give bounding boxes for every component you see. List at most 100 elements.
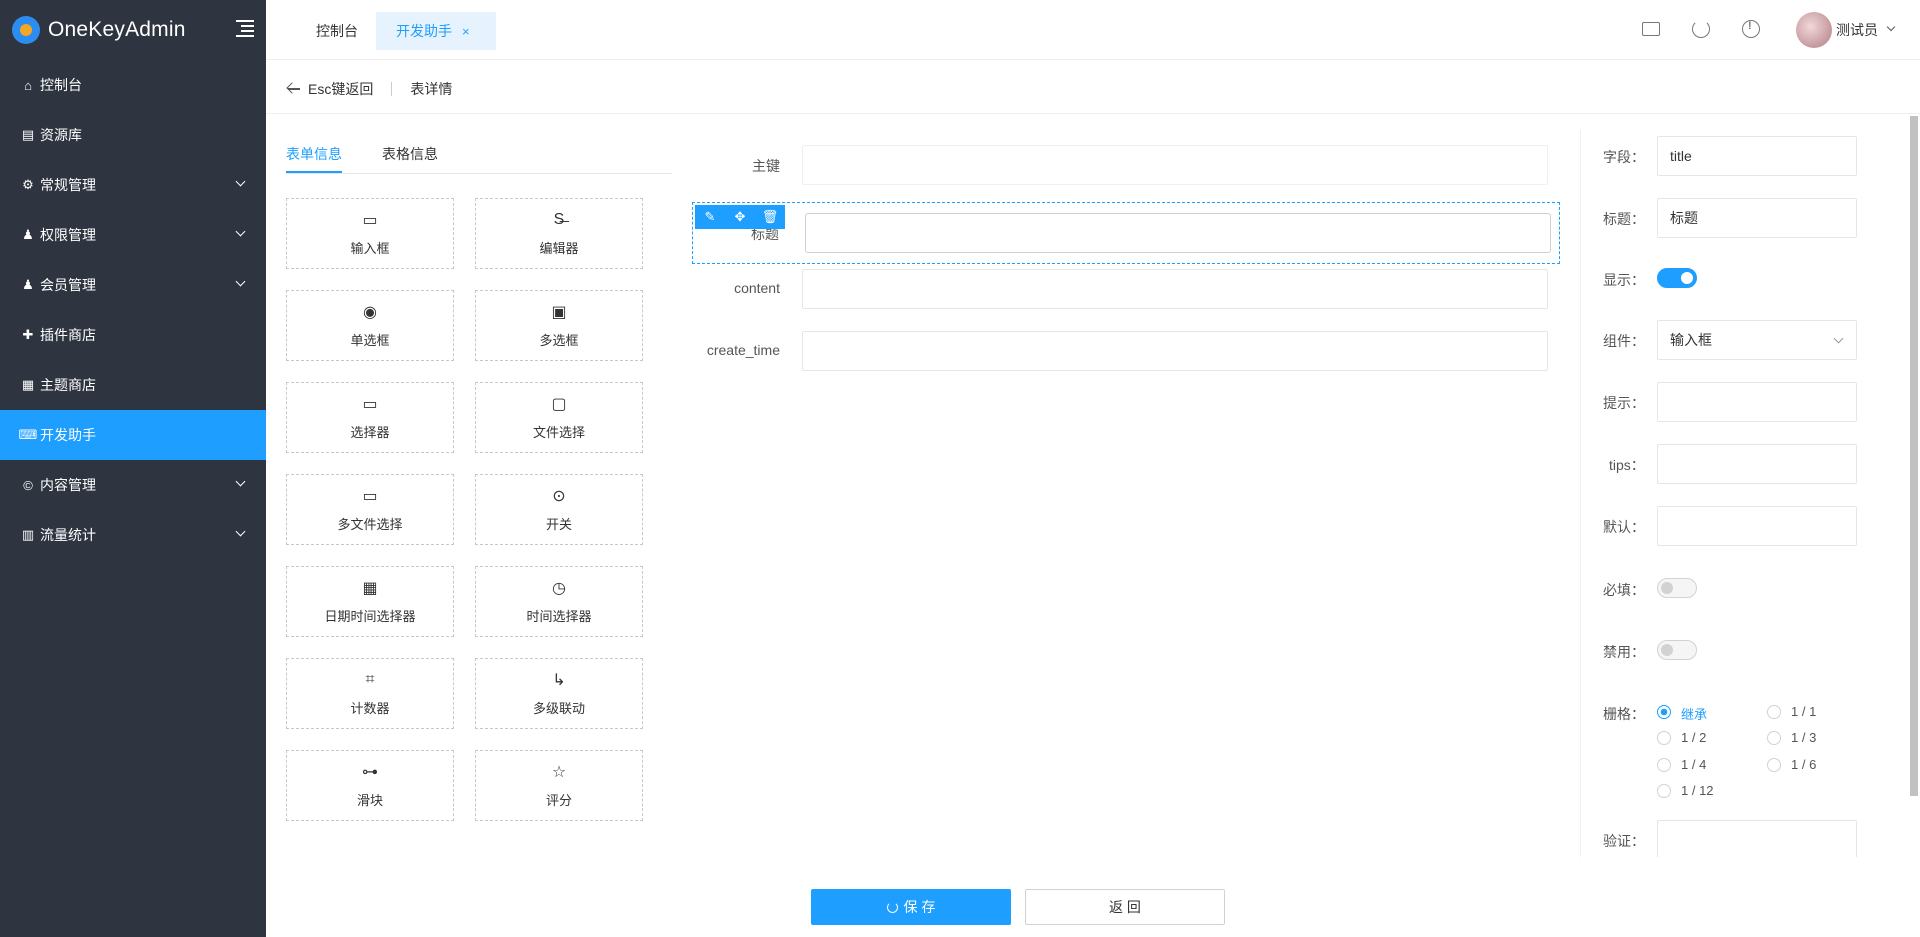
default-input[interactable]	[1657, 506, 1857, 546]
divider	[391, 81, 393, 96]
component-item[interactable]: ⊶ 滑块	[286, 750, 454, 821]
component-item[interactable]: ▢ 文件选择	[475, 382, 643, 453]
component-item[interactable]: ⊙ 开关	[475, 474, 643, 545]
grid-radio-1-1[interactable]: 1 / 1	[1767, 704, 1816, 719]
app-title: OneKeyAdmin	[48, 18, 186, 41]
component-label: 开关	[545, 517, 572, 532]
move-icon[interactable]: ✥	[729, 207, 751, 227]
grid-radio-1-4[interactable]: 1 / 4	[1657, 757, 1706, 772]
show-switch[interactable]	[1657, 268, 1697, 288]
layout-icon: ▦	[21, 377, 35, 392]
sidebar-item-label: 开发助手	[40, 427, 96, 443]
close-icon[interactable]: ×	[462, 24, 470, 39]
field-input[interactable]: title	[1657, 136, 1857, 176]
component-label: 日期时间选择器	[324, 609, 416, 624]
info-icon[interactable]	[1742, 20, 1760, 38]
prop-grid-row: 栅格： 继承 1 / 1 1 / 2 1 / 3 1 / 4 1 / 6 1 /…	[1581, 702, 1900, 812]
avatar[interactable]	[1796, 12, 1832, 48]
chevron-down-icon[interactable]	[1886, 22, 1896, 32]
component-select[interactable]: 输入框	[1657, 320, 1857, 360]
tab-dev-assistant[interactable]: 开发助手 ×	[376, 12, 496, 50]
edit-icon[interactable]: ✎	[699, 207, 721, 227]
sidebar-item-label: 内容管理	[40, 477, 96, 493]
component-label: 选择器	[350, 425, 390, 440]
title-input[interactable]: 标题	[1657, 198, 1857, 238]
hint-input[interactable]	[1657, 382, 1857, 422]
monitor-icon[interactable]	[1642, 22, 1660, 36]
grid-radio-1-6[interactable]: 1 / 6	[1767, 757, 1816, 772]
form-field-row[interactable]: 主键	[690, 140, 1560, 202]
field-toolbar: ✎ ✥ 🗑	[695, 205, 785, 229]
sidebar-item-7[interactable]: ⌨ 开发助手	[0, 410, 266, 460]
validate-input[interactable]	[1657, 820, 1857, 857]
component-label: 单选框	[350, 333, 390, 348]
form-field-input[interactable]	[802, 269, 1548, 309]
component-item[interactable]: ▣ 多选框	[475, 290, 643, 361]
sidebar-item-3[interactable]: ♟ 权限管理	[0, 210, 266, 260]
form-field-input[interactable]	[805, 213, 1551, 253]
arrow-left-icon[interactable]	[288, 87, 300, 90]
component-item[interactable]: ▭ 多文件选择	[286, 474, 454, 545]
component-item[interactable]: ▭ 选择器	[286, 382, 454, 453]
tips-input[interactable]	[1657, 444, 1857, 484]
refresh-icon[interactable]	[1692, 20, 1710, 38]
delete-icon[interactable]: 🗑	[759, 207, 781, 227]
sidebar-item-6[interactable]: ▦ 主题商店	[0, 360, 266, 410]
tab-dashboard[interactable]: 控制台	[296, 12, 378, 50]
form-field-row[interactable]: content	[690, 264, 1560, 326]
select-icon: ▭	[362, 396, 378, 413]
prop-tips-label: tips：	[1609, 457, 1645, 473]
sidebar: OneKeyAdmin ⌂ 控制台 ▤ 资源库 ⚙ 常规管理 ♟ 权限管理 ♟ 会员管理 ✚ 插件商店…	[0, 0, 266, 937]
logo[interactable]: OneKeyAdmin	[0, 0, 266, 60]
component-label: 文件选择	[532, 425, 585, 440]
sidebar-item-4[interactable]: ♟ 会员管理	[0, 260, 266, 310]
sidebar-item-9[interactable]: ▥ 流量统计	[0, 510, 266, 560]
component-item[interactable]: ☆ 评分	[475, 750, 643, 821]
component-item[interactable]: S̶ 编辑器	[475, 198, 643, 269]
form-field-row[interactable]: 标题 ✎ ✥ 🗑	[692, 202, 1560, 264]
folder-icon: ▭	[362, 488, 378, 505]
sidebar-item-label: 流量统计	[40, 527, 96, 543]
sidebar-item-label: 会员管理	[40, 277, 96, 293]
grid-radio-1-12[interactable]: 1 / 12	[1657, 783, 1714, 798]
component-item[interactable]: ◷ 时间选择器	[475, 566, 643, 637]
form-field-row[interactable]: create_time	[690, 326, 1560, 388]
chevron-down-icon	[235, 176, 246, 187]
sidebar-item-label: 控制台	[40, 77, 82, 93]
tab-label: 开发助手	[396, 23, 452, 39]
username[interactable]: 测试员	[1836, 20, 1878, 40]
prop-show-label: 显示：	[1603, 272, 1645, 288]
sidebar-item-label: 主题商店	[40, 377, 96, 393]
component-label: 时间选择器	[526, 609, 592, 624]
sidebar-item-5[interactable]: ✚ 插件商店	[0, 310, 266, 360]
sidebar-item-0[interactable]: ⌂ 控制台	[0, 60, 266, 110]
grid-radio-1-2[interactable]: 1 / 2	[1657, 730, 1706, 745]
form-field-input[interactable]	[802, 145, 1548, 185]
scrollbar[interactable]	[1910, 116, 1918, 796]
sidebar-item-8[interactable]: © 内容管理	[0, 460, 266, 510]
counter-icon: ⌗	[365, 671, 375, 688]
component-item[interactable]: ⌗ 计数器	[286, 658, 454, 729]
component-item[interactable]: ◉ 单选框	[286, 290, 454, 361]
component-item[interactable]: ▭ 输入框	[286, 198, 454, 269]
chevron-down-icon	[235, 226, 246, 237]
save-button[interactable]: 保 存	[811, 889, 1011, 925]
sidebar-item-label: 插件商店	[40, 327, 96, 343]
sidebar-item-2[interactable]: ⚙ 常规管理	[0, 160, 266, 210]
form-field-input[interactable]	[802, 331, 1548, 371]
required-switch[interactable]	[1657, 578, 1697, 598]
back-link[interactable]: Esc键返回	[308, 79, 373, 99]
grid-radio-1-3[interactable]: 1 / 3	[1767, 730, 1816, 745]
form-field-label: content	[734, 280, 780, 296]
tab-table-info[interactable]: 表格信息	[382, 130, 438, 173]
menu-collapse-icon[interactable]	[236, 20, 254, 38]
tab-form-info[interactable]: 表单信息	[286, 130, 342, 173]
grid-radio-inherit[interactable]: 继承	[1657, 704, 1707, 723]
sidebar-item-1[interactable]: ▤ 资源库	[0, 110, 266, 160]
sidebar-nav: ⌂ 控制台 ▤ 资源库 ⚙ 常规管理 ♟ 权限管理 ♟ 会员管理 ✚ 插件商店 ▦ 主题商店 ⌨ 开发助手 © 内…	[0, 60, 266, 560]
component-item[interactable]: ↳ 多级联动	[475, 658, 643, 729]
component-item[interactable]: ▦ 日期时间选择器	[286, 566, 454, 637]
disabled-switch[interactable]	[1657, 640, 1697, 660]
back-button[interactable]: 返 回	[1025, 889, 1225, 925]
cascade-arrow-icon: ↳	[552, 672, 566, 689]
